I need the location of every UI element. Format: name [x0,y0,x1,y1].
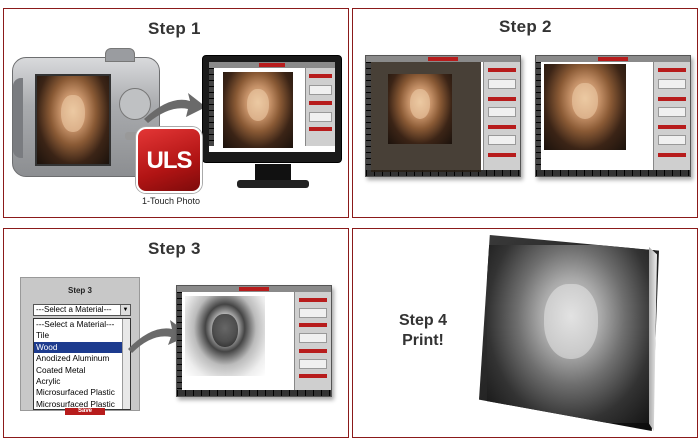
step-1-panel: Step 1 ULS 1-Touch Photo [3,8,349,218]
material-select[interactable]: ---Select a Material--- ▼ [33,304,131,316]
engraved-photo-plaque [479,235,659,431]
computer-monitor [202,55,342,188]
step-4-title: Step 4 Print! [398,312,447,349]
engraved-portrait [487,245,655,423]
save-button[interactable]: Save [65,408,105,415]
step-2-title: Step 2 [499,17,552,36]
laser-app-window [209,62,335,152]
portrait-photo [37,76,109,164]
material-option[interactable]: Acrylic [34,376,130,387]
material-option-selected[interactable]: Wood [34,341,130,354]
laser-app-window-crop [365,55,521,177]
arrow-right-icon [144,93,206,123]
material-dropdown-list[interactable]: ---Select a Material--- Tile Wood Anodiz… [33,318,131,410]
portrait-photo [223,72,293,148]
camera-screen [35,74,111,166]
material-option[interactable]: Microsurfaced Plastic [34,387,130,398]
chevron-down-icon[interactable]: ▼ [120,305,130,315]
step-1-title: Step 1 [148,19,201,38]
laser-app-window-material [176,285,332,397]
uls-caption: 1-Touch Photo [141,196,201,206]
step-4-panel: Step 4 Print! [352,228,698,438]
step-3-panel: Step 3 Step 3 ---Select a Material--- ▼ … [3,228,349,438]
inverted-portrait-photo [185,296,265,376]
material-option[interactable]: Coated Metal [34,365,130,376]
material-option[interactable]: Anodized Aluminum [34,353,130,364]
laser-app-window-cropped [535,55,691,177]
step-2-panel: Step 2 [352,8,698,218]
step-3-title: Step 3 [148,239,201,258]
portrait-photo [388,74,452,144]
material-option[interactable]: ---Select a Material--- [34,319,130,330]
material-panel-title: Step 3 [67,286,92,295]
material-selector-panel: Step 3 ---Select a Material--- ▼ ---Sele… [20,277,140,415]
material-option[interactable]: Tile [34,330,130,341]
uls-logo: ULS [136,127,202,193]
portrait-photo [544,64,626,150]
